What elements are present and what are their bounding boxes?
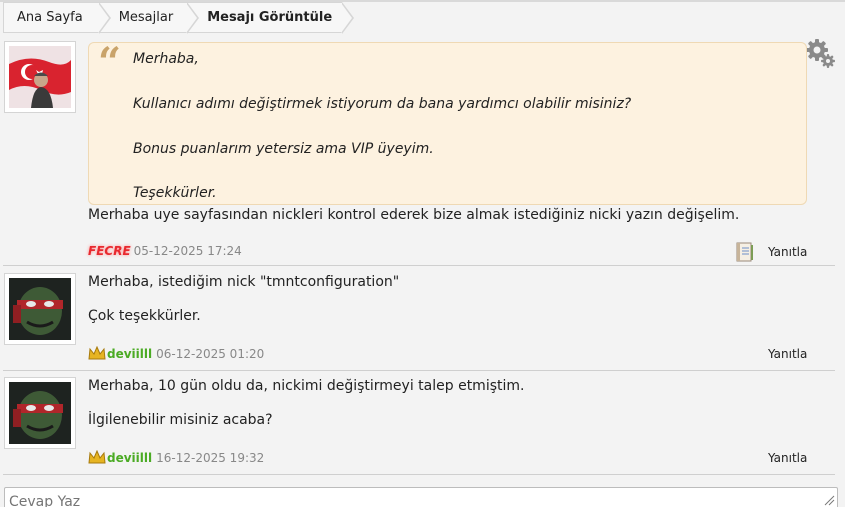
avatar-turtle-image [9, 278, 71, 340]
avatar[interactable] [4, 41, 76, 113]
message-date: 06-12-2025 01:20 [156, 346, 265, 361]
crown-icon [88, 346, 106, 360]
resize-grip-icon[interactable] [823, 494, 835, 506]
message-body-line: Merhaba, 10 gün oldu da, nickimi değişti… [88, 378, 525, 394]
gear-icon[interactable] [804, 37, 836, 69]
message-date: 16-12-2025 19:32 [156, 450, 265, 465]
quote-icon: “ [98, 39, 122, 86]
username-link[interactable]: deviilll [107, 451, 152, 465]
breadcrumb: Ana Sayfa Mesajlar Mesajı Görüntüle [3, 2, 355, 34]
avatar-flag-image [9, 46, 71, 108]
breadcrumb-current: Mesajı Görüntüle [187, 2, 355, 34]
avatar[interactable] [4, 377, 76, 449]
message-body: Merhaba uye sayfasından nickleri kontrol… [88, 207, 740, 223]
breadcrumb-home[interactable]: Ana Sayfa [3, 2, 111, 34]
breadcrumb-messages[interactable]: Mesajlar [98, 2, 200, 34]
avatar[interactable] [4, 273, 76, 345]
quote-text: Merhaba, Kullanıcı adımı değiştirmek ist… [133, 51, 632, 202]
message-divider [3, 474, 835, 475]
breadcrumb-current-label: Mesajı Görüntüle [207, 10, 333, 25]
message-date: 05-12-2025 17:24 [133, 244, 242, 258]
avatar-turtle-image [9, 382, 71, 444]
breadcrumb-home-label: Ana Sayfa [17, 10, 83, 25]
reply-button[interactable]: Yanıtla [768, 245, 807, 259]
username-link[interactable]: deviilll [107, 347, 152, 361]
reply-button[interactable]: Yanıtla [768, 451, 807, 465]
username-link[interactable]: FECRE [88, 244, 131, 258]
reply-button[interactable]: Yanıtla [768, 347, 807, 361]
book-icon[interactable] [736, 242, 754, 262]
message-body-line: Merhaba, istediğim nick "tmntconfigurati… [88, 274, 400, 290]
message-meta: FECRE 05-12-2025 17:24 [88, 244, 242, 258]
message-meta: deviilll 06-12-2025 01:20 [88, 346, 264, 361]
message-meta: deviilll 16-12-2025 19:32 [88, 450, 264, 465]
quoted-message: “ Merhaba, Kullanıcı adımı değiştirmek i… [88, 42, 807, 205]
reply-textarea[interactable] [4, 487, 838, 507]
message-divider [3, 265, 835, 266]
message-body-line: Çok teşekkürler. [88, 308, 201, 324]
crown-icon [88, 450, 106, 464]
breadcrumb-messages-label: Mesajlar [118, 10, 174, 25]
message-body-line: İlgilenebilir misiniz acaba? [88, 412, 273, 428]
message-divider [3, 370, 835, 371]
